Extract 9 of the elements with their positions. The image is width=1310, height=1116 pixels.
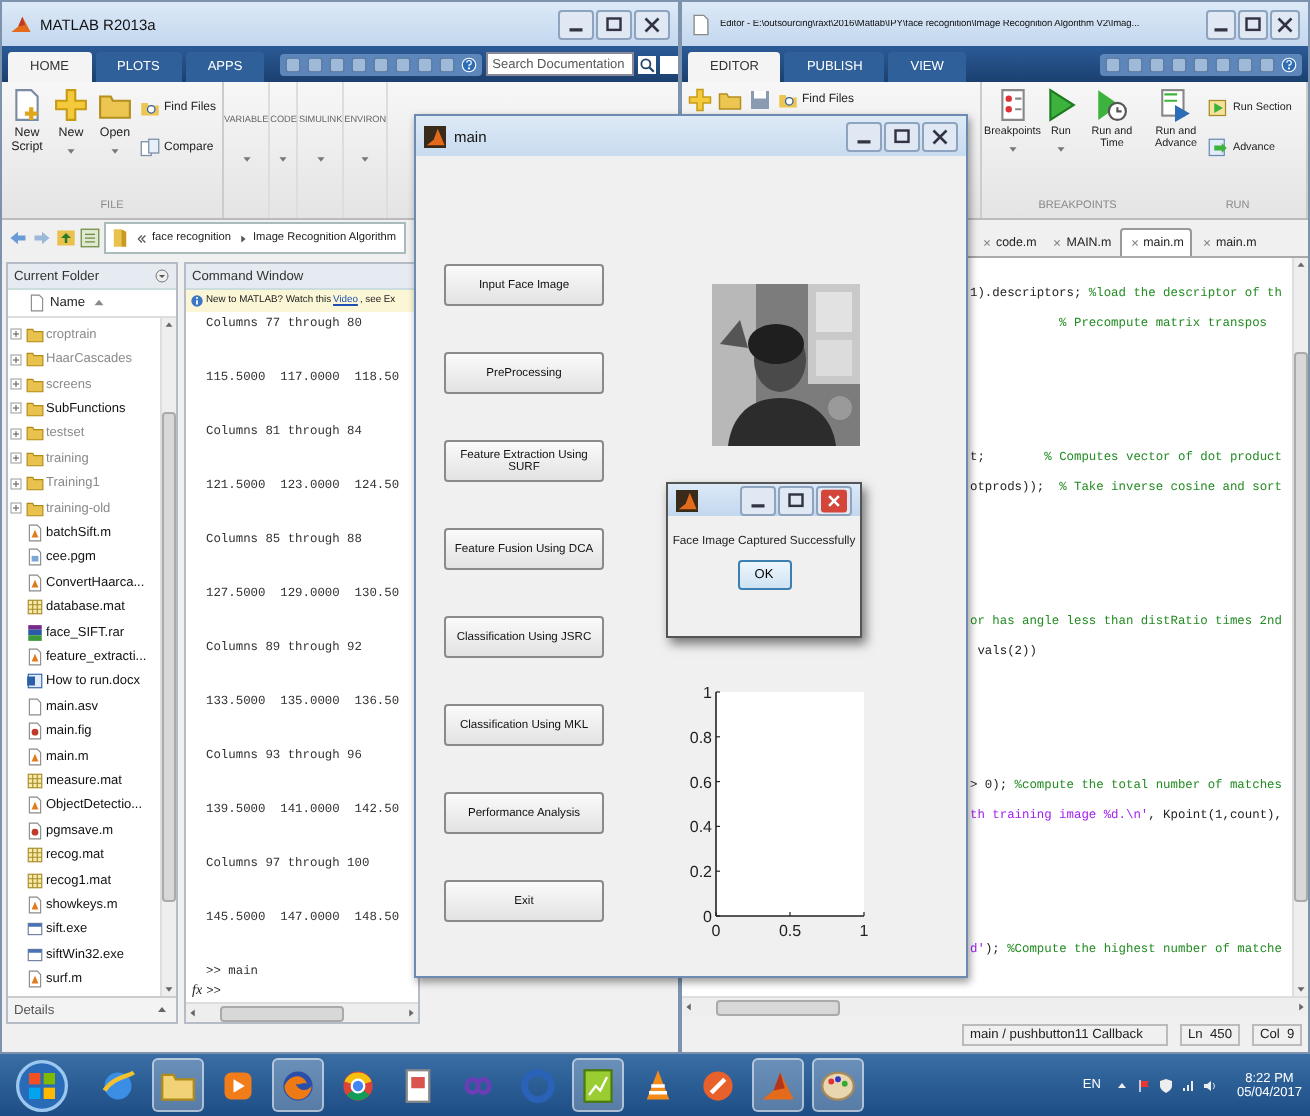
- tick-label: 0.2: [689, 863, 712, 882]
- tick-label: 0.6: [689, 773, 712, 792]
- tick-label: 0: [703, 908, 712, 926]
- tick-label: 0.4: [689, 818, 712, 837]
- tick-label: 0.5: [778, 922, 802, 940]
- tick-label: 1: [703, 684, 712, 702]
- tick-label: 0.8: [689, 728, 712, 747]
- tick-label: 1: [859, 922, 869, 940]
- tick-label: 0: [711, 922, 721, 940]
